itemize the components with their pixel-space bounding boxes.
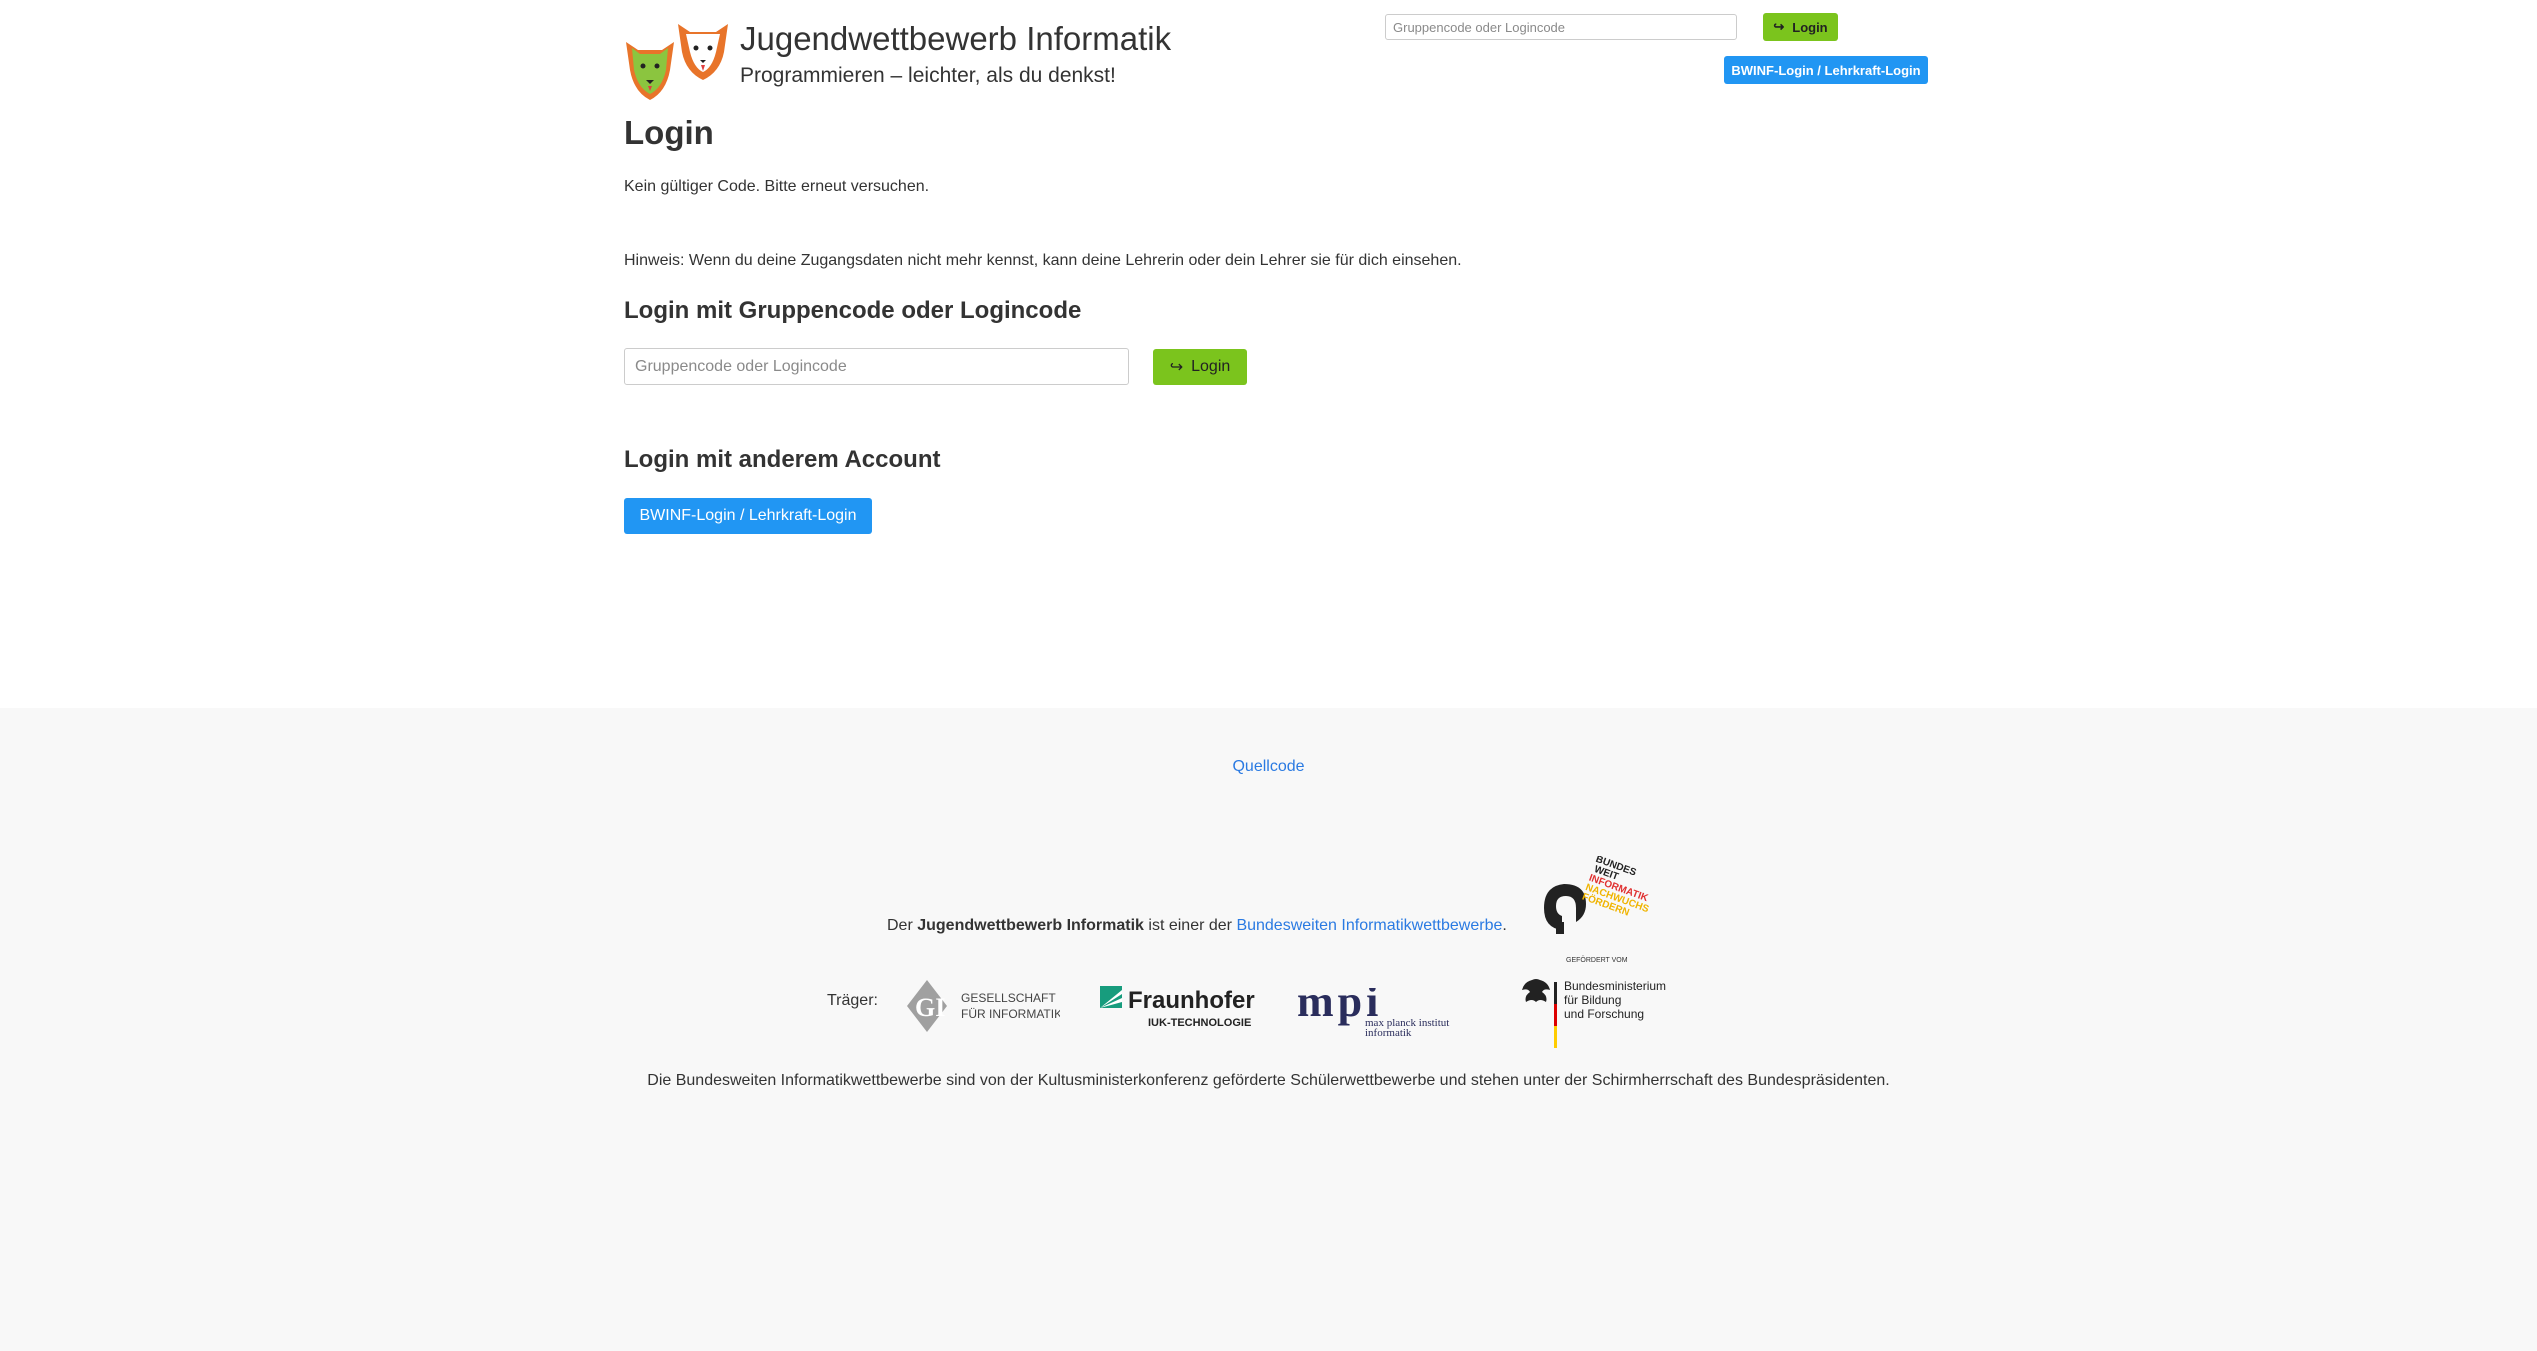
header-code-input[interactable] [1385, 14, 1737, 40]
bmbf-logo[interactable]: Bundesministerium für Bildung und Forsch… [1518, 976, 1668, 1056]
svg-text:Fraunhofer: Fraunhofer [1128, 987, 1255, 1014]
bwinf-logo[interactable]: BUNDES WEIT INFORMATIK NACHWUCHS FÖRDERN… [1536, 856, 1660, 968]
svg-text:GI: GI [915, 993, 945, 1022]
fox-logo-icon[interactable] [624, 22, 734, 102]
other-account-heading: Login mit anderem Account [624, 446, 941, 473]
header-login-label: Login [1792, 19, 1828, 35]
svg-text:und Forschung: und Forschung [1564, 1007, 1644, 1021]
fraunhofer-logo[interactable]: Fraunhofer IUK-TECHNOLOGIE [1098, 980, 1258, 1032]
page-title: Login [624, 114, 714, 151]
login-arrow-icon: ↪ [1169, 359, 1184, 376]
code-login-heading: Login mit Gruppencode oder Logincode [624, 297, 1082, 324]
footer-bottom-text: Die Bundesweiten Informatikwettbewerbe s… [647, 1072, 1890, 1089]
svg-text:FÜR INFORMATIK: FÜR INFORMATIK [961, 1007, 1060, 1021]
traeger-label: Träger: [827, 992, 878, 1009]
site-title[interactable]: Jugendwettbewerb Informatik [740, 20, 1171, 58]
login-arrow-icon: ↪ [1773, 19, 1785, 34]
header-login-button[interactable]: ↪ Login [1763, 13, 1838, 41]
svg-text:IUK-TECHNOLOGIE: IUK-TECHNOLOGIE [1148, 1017, 1251, 1029]
site-subtitle: Programmieren – leichter, als du denkst! [740, 64, 1116, 87]
gi-logo[interactable]: GI GESELLSCHAFT FÜR INFORMATIK [905, 978, 1060, 1034]
footer-line-prefix: Der [887, 917, 913, 934]
header-bwinf-login-button[interactable]: BWINF-Login / Lehrkraft-Login [1724, 56, 1928, 84]
bwinf-competitions-link[interactable]: Bundesweiten Informatikwettbewerbe [1236, 917, 1502, 934]
svg-text:GEFÖRDERT VOM: GEFÖRDERT VOM [1566, 956, 1628, 964]
mpi-logo[interactable]: mpi max planck institut informatik [1297, 988, 1462, 1040]
login-button[interactable]: ↪ Login [1153, 349, 1247, 385]
code-input[interactable] [624, 348, 1129, 385]
hint-text: Hinweis: Wenn du deine Zugangsdaten nich… [624, 252, 1462, 269]
login-label: Login [1191, 358, 1231, 375]
svg-text:Bundesministerium: Bundesministerium [1564, 979, 1666, 993]
footer-competition-line: Der Jugendwettbewerb Informatik ist eine… [887, 917, 1507, 935]
error-message: Kein gültiger Code. Bitte erneut versuch… [624, 178, 930, 195]
footer-line-suffix: . [1502, 917, 1507, 934]
bwinf-login-button[interactable]: BWINF-Login / Lehrkraft-Login [624, 498, 872, 534]
svg-text:für Bildung: für Bildung [1564, 993, 1621, 1007]
footer-line-bold: Jugendwettbewerb Informatik [917, 917, 1144, 934]
footer: Quellcode Der Jugendwettbewerb Informati… [0, 708, 2537, 1351]
svg-text:GESELLSCHAFT: GESELLSCHAFT [961, 991, 1056, 1005]
footer-line-middle: ist einer der [1148, 917, 1232, 934]
svg-text:informatik: informatik [1365, 1027, 1412, 1039]
source-code-link[interactable]: Quellcode [0, 758, 2537, 776]
